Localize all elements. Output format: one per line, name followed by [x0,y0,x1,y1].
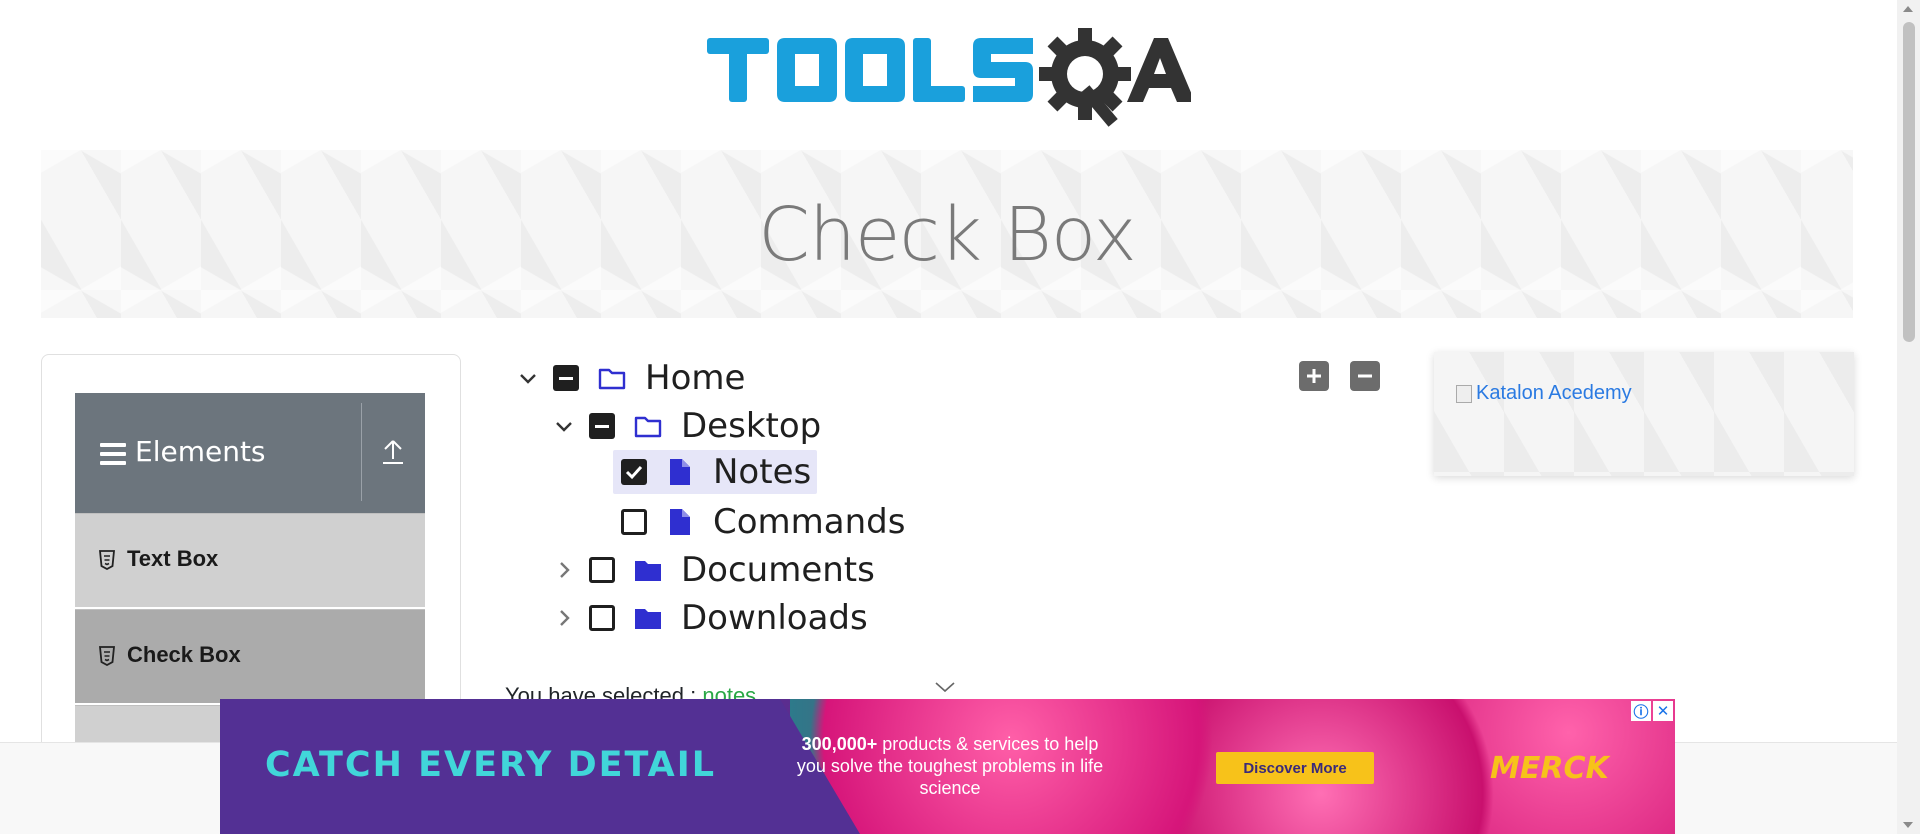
tree-node-desktop: Desktop [553,404,827,448]
elements-group-header[interactable]: Elements [75,393,425,513]
tree-node-home: Home [517,356,751,400]
check-icon [625,465,643,480]
sidebar-item-text-box[interactable]: Text Box [75,513,425,607]
toolsqa-logo-image [707,28,1191,127]
chevron-down-icon[interactable] [553,415,575,437]
page-title: Check Box [758,192,1136,278]
ad-headline: CATCH EVERY DETAIL [265,745,717,785]
broken-image[interactable]: Katalon Acedemy [1456,382,1632,405]
bottom-ad-banner[interactable]: CATCH EVERY DETAIL 300,000+ products & s… [220,699,1675,834]
ad-cta-button[interactable]: Discover More [1216,752,1374,784]
tree-node-label[interactable]: Documents [677,550,881,590]
scroll-up-icon[interactable] [1903,6,1913,12]
tree-node-documents: Documents [553,548,881,592]
checkbox-partial[interactable] [553,365,579,391]
tree-node-label[interactable]: Downloads [677,598,874,638]
tree-node-label[interactable]: Commands [709,502,911,542]
ad-alt-text: Katalon Acedemy [1476,382,1632,404]
ad-info-icon[interactable]: ⓘ [1631,701,1651,721]
ad-brand-logo: MERCK [1490,751,1609,786]
sidebar-item-check-box[interactable]: Check Box [75,609,425,703]
ad-copy: 300,000+ products & services to help you… [790,733,1110,799]
collapse-up-icon[interactable] [381,437,405,467]
folder-open-icon [598,368,626,390]
folder-open-icon [634,416,662,438]
file-icon [670,509,690,535]
hamburger-icon [100,443,126,470]
sidebar-item-label: Check Box [127,642,241,667]
ad-choices[interactable]: ⓘ ✕ [1631,701,1673,721]
chevron-right-icon[interactable] [553,559,575,581]
checkbox-checked[interactable] [621,459,647,485]
checkbox-unchecked[interactable] [589,557,615,583]
tree-node-label[interactable]: Notes [709,452,817,492]
elements-group-label: Elements [135,435,266,468]
tree-node-notes: Notes [613,450,818,494]
file-icon [670,459,690,485]
site-header [0,0,1897,150]
broken-image-icon [1456,384,1472,403]
tree-node-label[interactable]: Desktop [677,406,827,446]
sidebar-item-label: Text Box [127,546,219,571]
tree-node-downloads: Downloads [553,596,874,640]
left-sidebar: Elements Text Box Check Box [41,354,461,754]
tree-node-commands: Commands [621,500,911,544]
page-scrollbar[interactable] [1897,0,1920,834]
folder-icon [635,561,661,581]
chevron-down-icon [935,682,955,693]
katalon-ad[interactable]: Katalon Acedemy [1434,352,1854,476]
scroll-down-icon[interactable] [1903,822,1913,828]
checkbox-unchecked[interactable] [621,509,647,535]
plus-square-icon [1307,369,1321,383]
tree-node-label[interactable]: Home [641,358,751,398]
minus-square-icon [1358,374,1372,378]
scroll-thumb[interactable] [1903,22,1915,342]
checkbox-tree: Home Desktop Notes Commands Documents Do… [505,355,1405,645]
page-banner: Check Box [41,150,1853,318]
checkbox-unchecked[interactable] [589,605,615,631]
collapse-all-button[interactable] [1350,361,1380,391]
checkbox-partial[interactable] [589,413,615,439]
chevron-right-icon[interactable] [553,607,575,629]
header-divider [361,403,362,501]
folder-icon [635,609,661,629]
expand-all-button[interactable] [1299,361,1329,391]
ad-copy-bold: 300,000+ [801,734,878,754]
chevron-down-icon[interactable] [517,367,539,389]
html5-icon [99,550,115,570]
ad-close-icon[interactable]: ✕ [1653,701,1673,721]
html5-icon [99,646,115,666]
